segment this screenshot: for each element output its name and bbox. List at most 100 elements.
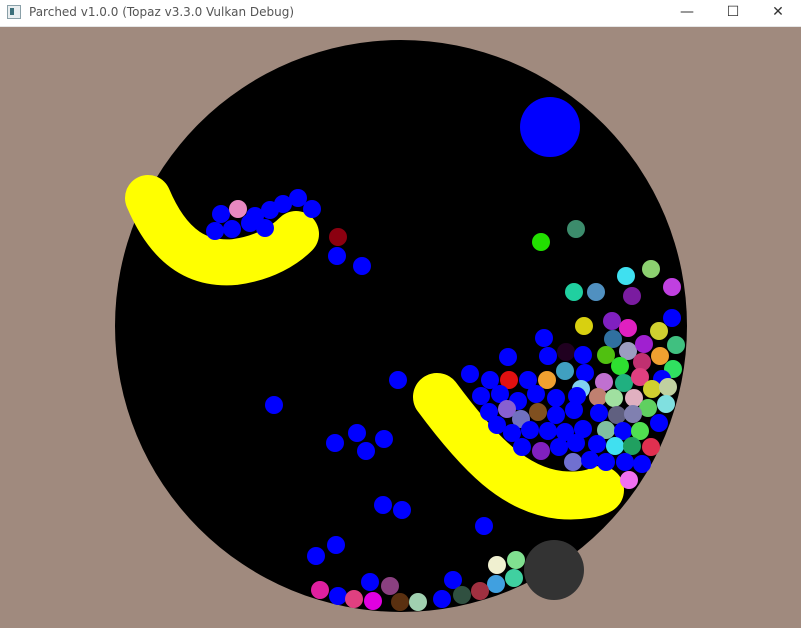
ball [616, 453, 634, 471]
ball [527, 385, 545, 403]
ball [603, 312, 621, 330]
ball [505, 569, 523, 587]
ball [606, 437, 624, 455]
ball [327, 536, 345, 554]
ball [375, 430, 393, 448]
ball [265, 396, 283, 414]
ball [565, 401, 583, 419]
ball [538, 371, 556, 389]
ball [567, 434, 585, 452]
ball [567, 220, 585, 238]
ball [556, 362, 574, 380]
app-window-icon [7, 5, 21, 19]
ball [650, 322, 668, 340]
ball [303, 200, 321, 218]
ball [564, 453, 582, 471]
window-titlebar: Parched v1.0.0 (Topaz v3.3.0 Vulkan Debu… [0, 0, 801, 27]
ball [547, 389, 565, 407]
ball [529, 403, 547, 421]
window-title: Parched v1.0.0 (Topaz v3.3.0 Vulkan Debu… [29, 5, 295, 19]
ball [605, 389, 623, 407]
game-canvas[interactable] [0, 27, 801, 628]
ball [615, 374, 633, 392]
dark-grey-ball [524, 540, 584, 600]
ball [597, 346, 615, 364]
ball [289, 189, 307, 207]
arena-circle [115, 40, 687, 612]
ball [604, 330, 622, 348]
ball [650, 414, 668, 432]
ball [539, 347, 557, 365]
ball [229, 200, 247, 218]
ball [624, 405, 642, 423]
ball [608, 406, 626, 424]
ball [444, 571, 462, 589]
large-blue-ball [520, 97, 580, 157]
ball [329, 228, 347, 246]
ball [374, 496, 392, 514]
ball [328, 247, 346, 265]
ball [588, 435, 606, 453]
ball [329, 587, 347, 605]
maximize-button[interactable]: ☐ [710, 0, 756, 27]
ball [206, 222, 224, 240]
ball [623, 287, 641, 305]
ball [475, 517, 493, 535]
ball [353, 257, 371, 275]
ball [532, 233, 550, 251]
ball [326, 434, 344, 452]
ball [488, 556, 506, 574]
ball [611, 357, 629, 375]
ball [433, 590, 451, 608]
ball [667, 336, 685, 354]
ball [307, 547, 325, 565]
ball [521, 421, 539, 439]
ball [619, 319, 637, 337]
ball [345, 590, 363, 608]
ball [223, 220, 241, 238]
ball [642, 260, 660, 278]
ball [453, 586, 471, 604]
ball [389, 371, 407, 389]
ball [597, 453, 615, 471]
ball [461, 365, 479, 383]
ball [642, 438, 660, 456]
ball [635, 335, 653, 353]
ball [663, 278, 681, 296]
ball [212, 205, 230, 223]
ball [391, 593, 409, 611]
ball [539, 422, 557, 440]
ball [507, 551, 525, 569]
ball [487, 575, 505, 593]
ball [574, 346, 592, 364]
ball [581, 451, 599, 469]
ball [557, 343, 575, 361]
ball [471, 582, 489, 600]
ball [311, 581, 329, 599]
ball [472, 387, 490, 405]
ball [364, 592, 382, 610]
ball [499, 348, 517, 366]
ball [589, 388, 607, 406]
ball [590, 404, 608, 422]
ball [576, 364, 594, 382]
ball [617, 267, 635, 285]
ball [547, 406, 565, 424]
ball [623, 437, 641, 455]
ball [587, 283, 605, 301]
ball [575, 317, 593, 335]
ball [657, 395, 675, 413]
ball [256, 219, 274, 237]
close-button[interactable]: ✕ [755, 0, 801, 27]
minimize-button[interactable]: — [664, 0, 710, 27]
ball [633, 455, 651, 473]
ball [659, 378, 677, 396]
ball [361, 573, 379, 591]
ball [348, 424, 366, 442]
game-scene [115, 40, 687, 612]
ball [643, 380, 661, 398]
ball [409, 593, 427, 611]
ball [532, 442, 550, 460]
ball [381, 577, 399, 595]
ball [357, 442, 375, 460]
